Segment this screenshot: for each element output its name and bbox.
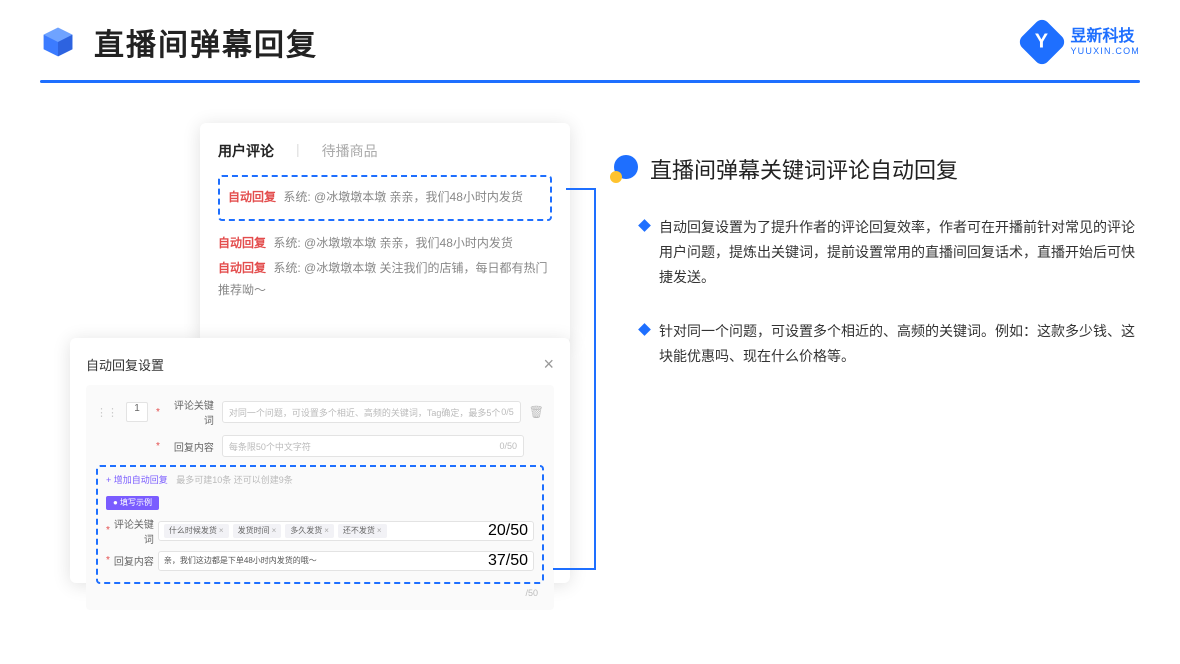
required-star: * — [106, 525, 110, 536]
brand-icon: Y — [1017, 17, 1068, 68]
description-column: 直播间弹幕关键词评论自动回复 自动回复设置为了提升作者的评论回复效率，作者可在开… — [610, 123, 1140, 593]
keyword-input[interactable]: 对同一个问题，可设置多个相近、高频的关键词，Tag确定，最多5个 0/5 — [222, 401, 521, 423]
bullet-item: 针对同一个问题，可设置多个相近的、高频的关键词。例如：这款多少钱、这块能优惠吗、… — [610, 319, 1140, 369]
index-input[interactable]: 1 — [126, 402, 148, 422]
keyword-tag[interactable]: 什么时候发货× — [164, 524, 229, 538]
content-label: 回复内容 — [114, 553, 154, 568]
comment-row: 自动回复 系统: @冰墩墩本墩 亲亲，我们48小时内发货 — [218, 231, 552, 257]
bubble-icon — [610, 155, 638, 183]
keyword-label: 评论关键词 — [114, 516, 154, 546]
content-row: * 回复内容 每条限50个中文字符 0/50 — [96, 435, 544, 457]
content-count: 0/50 — [499, 441, 517, 451]
highlighted-reply: 自动回复 系统: @冰墩墩本墩 亲亲，我们48小时内发货 — [218, 175, 552, 221]
header-left: 直播间弹幕回复 — [40, 20, 318, 64]
connector-line — [566, 188, 596, 190]
tab-products[interactable]: 待播商品 — [322, 141, 378, 161]
content-filled-input[interactable]: 亲，我们这边都是下单48小时内发货的哦～ 37/50 — [158, 551, 534, 571]
example-block: + 增加自动回复 最多可建10条 还可以创建9条 ● 填写示例 * 评论关键词 … — [96, 465, 544, 584]
tab-comments[interactable]: 用户评论 — [218, 141, 274, 161]
brand-text: 昱新科技 YUUXIN.COM — [1070, 29, 1140, 56]
tag-count: 20/50 — [488, 522, 528, 540]
comment-text: 系统: @冰墩墩本墩 关注我们的店铺，每日都有热门推荐呦～ — [218, 261, 548, 297]
page-title: 直播间弹幕回复 — [94, 20, 318, 64]
tabs: 用户评论 | 待播商品 — [218, 141, 552, 171]
keyword-tag[interactable]: 发货时间× — [233, 524, 282, 538]
close-icon[interactable]: × — [543, 354, 554, 375]
brand-url: YUUXIN.COM — [1070, 47, 1140, 56]
comment-text: 系统: @冰墩墩本墩 亲亲，我们48小时内发货 — [283, 190, 523, 204]
auto-reply-tag: 自动回复 — [218, 236, 266, 250]
bullet-text: 自动回复设置为了提升作者的评论回复效率，作者可在开播前针对常见的评论用户问题，提… — [659, 215, 1140, 291]
section-heading: 直播间弹幕关键词评论自动回复 — [650, 153, 958, 185]
keyword-tag[interactable]: 还不发货× — [338, 524, 387, 538]
comment-row: 自动回复 系统: @冰墩墩本墩 关注我们的店铺，每日都有热门推荐呦～ — [218, 256, 552, 303]
keyword-count: 0/5 — [501, 407, 514, 417]
required-star: * — [106, 555, 110, 566]
comment-card: 用户评论 | 待播商品 自动回复 系统: @冰墩墩本墩 亲亲，我们48小时内发货… — [200, 123, 570, 343]
screenshot-column: 用户评论 | 待播商品 自动回复 系统: @冰墩墩本墩 亲亲，我们48小时内发货… — [70, 123, 570, 593]
bullet-text: 针对同一个问题，可设置多个相近的、高频的关键词。例如：这款多少钱、这块能优惠吗、… — [659, 319, 1140, 369]
section-heading-row: 直播间弹幕关键词评论自动回复 — [610, 153, 1140, 185]
tag-input[interactable]: 什么时候发货× 发货时间× 多久发货× 还不发货× 20/50 — [158, 521, 534, 541]
drag-handle-icon[interactable]: ⋮⋮ — [96, 406, 118, 419]
required-star: * — [156, 407, 160, 418]
content-label: 回复内容 — [168, 439, 214, 454]
content-count: 37/50 — [488, 552, 528, 570]
keyword-row: ⋮⋮ 1 * 评论关键词 对同一个问题，可设置多个相近、高频的关键词，Tag确定… — [96, 397, 544, 427]
tab-separator: | — [296, 141, 300, 161]
comment-text: 系统: @冰墩墩本墩 亲亲，我们48小时内发货 — [273, 236, 513, 250]
required-star: * — [156, 441, 160, 452]
content-input[interactable]: 每条限50个中文字符 0/50 — [222, 435, 524, 457]
bullet-item: 自动回复设置为了提升作者的评论回复效率，作者可在开播前针对常见的评论用户问题，提… — [610, 215, 1140, 291]
comment-row: 自动回复 系统: @冰墩墩本墩 亲亲，我们48小时内发货 — [228, 185, 542, 211]
dialog-header: 自动回复设置 × — [86, 350, 554, 385]
add-reply-link[interactable]: + 增加自动回复 最多可建10条 还可以创建9条 — [106, 473, 534, 486]
auto-reply-tag: 自动回复 — [228, 190, 276, 204]
example-content-row: * 回复内容 亲，我们这边都是下单48小时内发货的哦～ 37/50 — [106, 551, 534, 571]
connector-line — [594, 188, 596, 568]
brand-logo: Y 昱新科技 YUUXIN.COM — [1024, 24, 1140, 60]
placeholder: 对同一个问题，可设置多个相近、高频的关键词，Tag确定，最多5个 — [229, 406, 501, 419]
cube-icon — [40, 24, 76, 60]
brand-name: 昱新科技 — [1070, 29, 1140, 45]
page-header: 直播间弹幕回复 Y 昱新科技 YUUXIN.COM — [0, 0, 1180, 64]
keyword-label: 评论关键词 — [168, 397, 214, 427]
auto-reply-tag: 自动回复 — [218, 261, 266, 275]
add-hint: 最多可建10条 还可以创建9条 — [176, 475, 293, 485]
example-content-text: 亲，我们这边都是下单48小时内发货的哦～ — [164, 555, 317, 566]
placeholder: 每条限50个中文字符 — [229, 440, 311, 453]
example-badge: ● 填写示例 — [106, 496, 159, 510]
outer-count: /50 — [96, 584, 544, 598]
delete-icon[interactable]: 🗑 — [529, 405, 544, 419]
diamond-icon — [638, 323, 651, 336]
example-keyword-row: * 评论关键词 什么时候发货× 发货时间× 多久发货× 还不发货× 20/50 — [106, 516, 534, 546]
settings-dialog: 自动回复设置 × ⋮⋮ 1 * 评论关键词 对同一个问题，可设置多个相近、高频的… — [70, 338, 570, 583]
keyword-tag[interactable]: 多久发货× — [285, 524, 334, 538]
content: 用户评论 | 待播商品 自动回复 系统: @冰墩墩本墩 亲亲，我们48小时内发货… — [0, 83, 1180, 593]
dialog-title: 自动回复设置 — [86, 355, 164, 374]
form-body: ⋮⋮ 1 * 评论关键词 对同一个问题，可设置多个相近、高频的关键词，Tag确定… — [86, 385, 554, 610]
diamond-icon — [638, 219, 651, 232]
